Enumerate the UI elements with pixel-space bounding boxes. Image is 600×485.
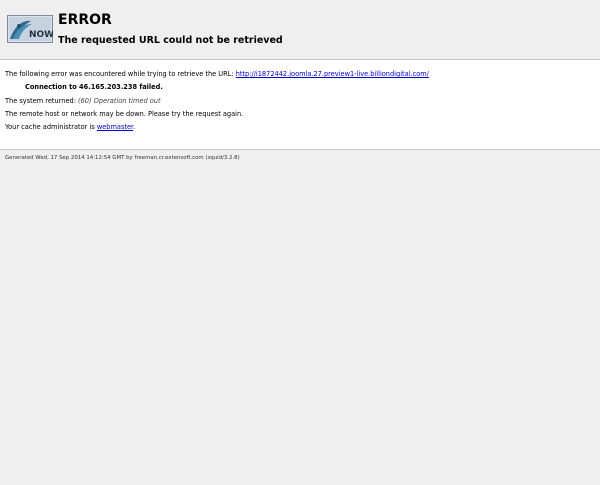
system-message: (60) Operation timed out (78, 97, 161, 105)
system-returned-line: The system returned: (60) Operation time… (5, 97, 161, 106)
error-detail: Connection to 46.165.203.238 failed. (25, 83, 163, 91)
squid-logo-icon: NOW (7, 15, 53, 43)
title-bar: NOW ERROR The requested URL could not be… (0, 0, 600, 60)
footer-generated-info: Generated Wed, 17 Sep 2014 14:12:54 GMT … (5, 155, 240, 161)
remote-notice: The remote host or network may be down. … (5, 110, 244, 118)
cache-admin-line: Your cache administrator is webmaster. (5, 123, 135, 132)
webmaster-link[interactable]: webmaster (97, 123, 133, 131)
cache-admin-suffix: . (133, 123, 136, 131)
logo-text: NOW (29, 30, 53, 40)
page-title: ERROR (58, 12, 112, 28)
page-subtitle: The requested URL could not be retrieved (58, 35, 283, 46)
error-intro-text: The following error was encountered whil… (5, 70, 236, 78)
cache-admin-label: Your cache administrator is (5, 123, 97, 131)
error-intro-line: The following error was encountered whil… (5, 70, 429, 79)
system-returned-label: The system returned: (5, 97, 79, 105)
error-content: The following error was encountered whil… (0, 60, 600, 150)
requested-url-link[interactable]: http://i1872442.joomla.27.preview1-live.… (236, 70, 429, 78)
